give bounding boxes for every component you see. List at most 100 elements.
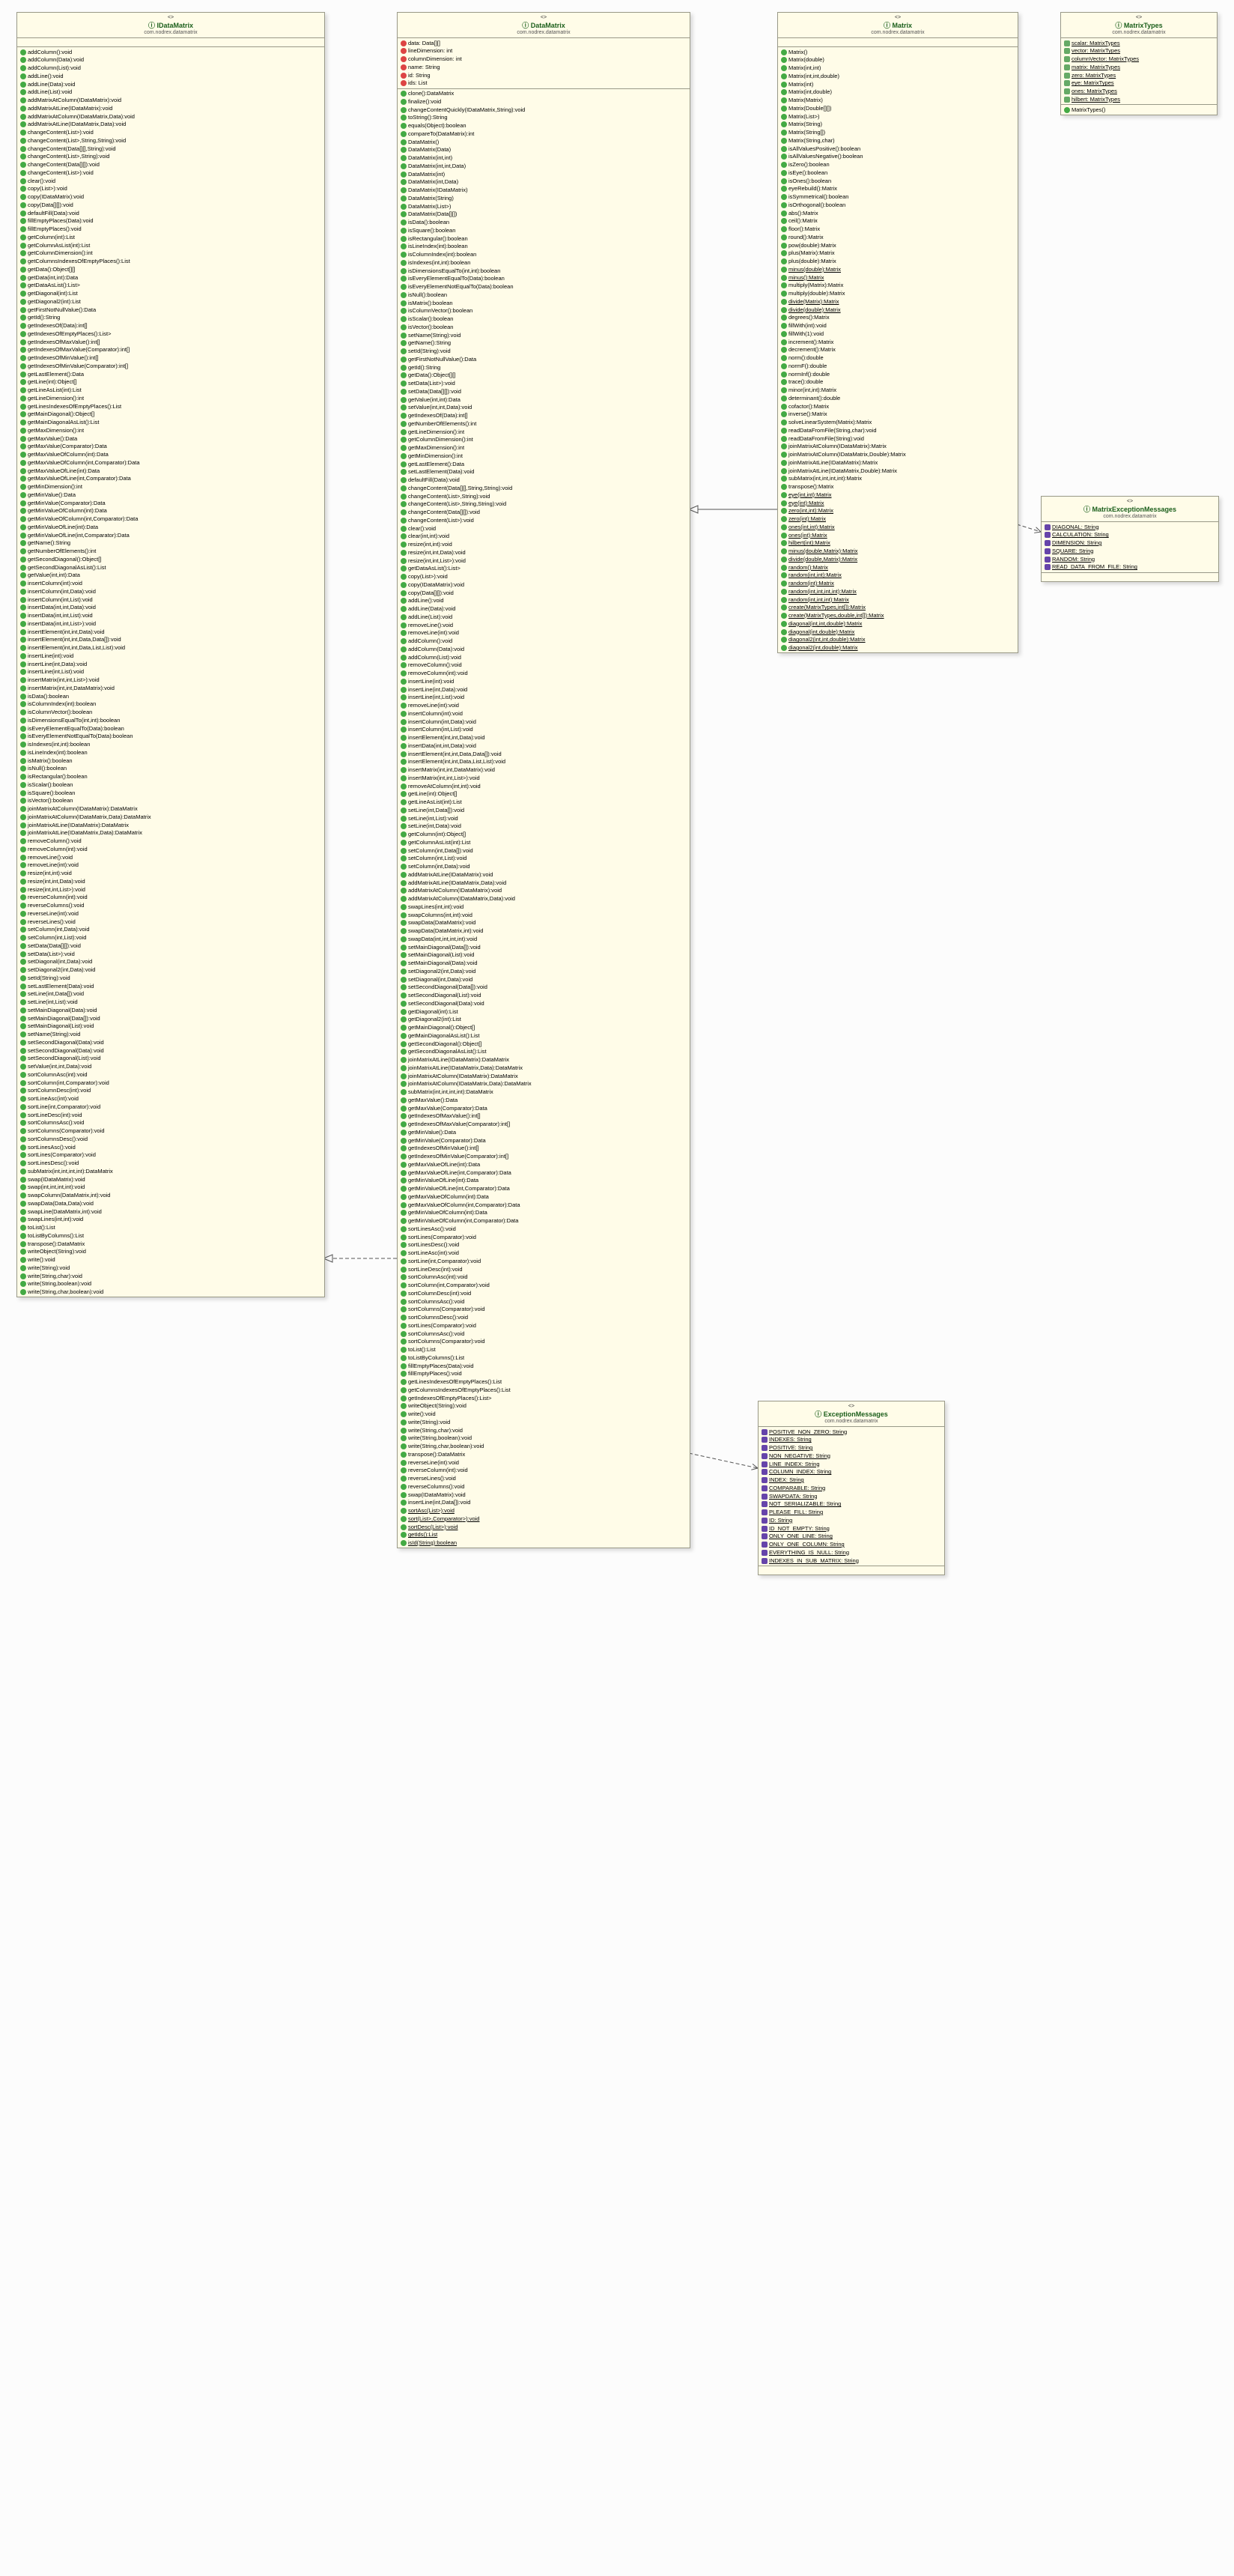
method-icon [20,1169,26,1175]
method-icon [20,629,26,635]
method-row: abs():Matrix [781,209,1015,217]
method-icon [401,912,407,918]
method-row: insertColumn(int):void [401,709,687,718]
method-icon [401,1274,407,1280]
method-icon [20,178,26,184]
method-row: changeContent(Data[][],String,String):vo… [401,484,687,492]
method-icon [401,1234,407,1240]
method-row: reverseColumn(int):void [20,894,321,902]
method-icon [781,170,787,176]
method-row: DataMatrix(int) [401,170,687,178]
method-icon [20,323,26,329]
method-icon [20,718,26,724]
method-icon [401,123,407,129]
method-icon [781,210,787,216]
method-row: changeContent(List>,String,String):void [401,500,687,509]
method-row: divide(double,Matrix):Matrix [781,555,1015,563]
box-package: com.nodrex.datamatrix [763,1419,940,1424]
method-icon [781,604,787,610]
method-row: isEveryElementEqualTo(Data):boolean [20,724,321,733]
method-icon [781,572,787,578]
method-row: writeObject(String):void [401,1402,687,1410]
sfield-row: POSITIVE: String [762,1444,941,1452]
method-row: insertColumn(int,Data):void [20,587,321,595]
method-row: setDiagonal(int,Data):void [20,958,321,966]
method-row: getIndexesOfMinValue():int[] [20,354,321,363]
method-row: getMinValueOfLine(int,Comparator):Data [20,531,321,539]
method-row: addColumn(Data):void [401,645,687,653]
ctor-icon [1064,107,1070,113]
field-icon [401,40,407,46]
method-icon [401,727,407,733]
method-row: sortColumnsAsc():void [401,1330,687,1338]
method-row: divide(double):Matrix [781,306,1015,314]
method-row: removeColumn(int):void [20,845,321,853]
method-row: getMaxValueOfColumn(int,Comparator):Data [20,458,321,467]
method-row: minus():Matrix [781,273,1015,282]
method-icon [20,1152,26,1158]
method-row: getMainDiagonalAsList():List [20,419,321,427]
method-icon [781,476,787,482]
method-icon [20,677,26,683]
method-icon [20,1055,26,1061]
sfield-icon [762,1518,768,1524]
method-icon [20,557,26,563]
method-icon [781,629,787,635]
method-icon [20,396,26,401]
method-row: isNull():boolean [20,765,321,773]
method-row: joinMatrixAtColumn(IDataMatrix):DataMatr… [401,1072,687,1080]
method-row: changeContent(Data[][]):void [20,161,321,169]
method-icon [401,1371,407,1377]
method-icon [20,814,26,820]
method-row: joinMatrixAtLine(IDataMatrix):DataMatrix [20,821,321,829]
method-icon [20,1225,26,1231]
method-row: reverseColumns():void [401,1482,687,1491]
method-icon [781,468,787,474]
method-icon [401,735,407,741]
method-row: reverseLine(int):void [401,1458,687,1467]
method-row: removeLine(int):void [401,702,687,710]
method-row: isAllValuesPositive():boolean [781,145,1015,153]
sfield-icon [762,1461,768,1467]
method-row: random(int,int,int,int):Matrix [781,587,1015,595]
method-row: getIndexesOfEmptyPlaces():List> [20,330,321,338]
method-icon [401,1242,407,1248]
method-icon [401,1291,407,1297]
method-row: setMainDiagonal(Data[]):void [20,1014,321,1022]
method-row: getMaxValue(Comparator):Data [401,1104,687,1112]
method-icon [401,687,407,693]
method-row: copy(Data[][]):void [20,201,321,209]
method-icon [20,226,26,232]
method-row: insertElement(int,int,Data):void [20,628,321,636]
sfield-row: ONLY_ONE_COLUMN: String [762,1541,941,1549]
sfield-row: CALCULATION: String [1045,531,1215,539]
method-row: isVector():boolean [20,797,321,805]
method-icon [20,186,26,192]
method-row: isId(String):boolean [401,1539,687,1548]
method-icon [20,1064,26,1070]
method-icon [401,1065,407,1071]
method-icon [781,315,787,321]
method-row: DataMatrix() [401,138,687,146]
method-row: determinant():double [781,394,1015,402]
method-row: sort(List>,Comparator>):void [401,1515,687,1523]
method-row: getNumberOfElements():int [401,419,687,428]
method-row: getColumnAsList(int):List [20,241,321,249]
method-icon [401,606,407,612]
method-row: setLastElement(Data):void [401,468,687,476]
method-icon [20,82,26,88]
method-row: swapColumn(DataMatrix,int):void [20,1192,321,1200]
method-icon [401,1057,407,1063]
sfield-icon [762,1533,768,1539]
method-row: getIds():List [401,1531,687,1539]
method-row: getMinValueOfLine(int):Data [401,1177,687,1185]
stereotype: <> [22,15,320,20]
method-icon [20,830,26,836]
method-icon [20,114,26,120]
method-icon [401,831,407,837]
method-icon [20,508,26,514]
method-icon [401,1516,407,1522]
method-row: isRectangular():boolean [401,234,687,243]
method-icon [781,282,787,288]
method-row: insertElement(int,int,Data):void [401,734,687,742]
